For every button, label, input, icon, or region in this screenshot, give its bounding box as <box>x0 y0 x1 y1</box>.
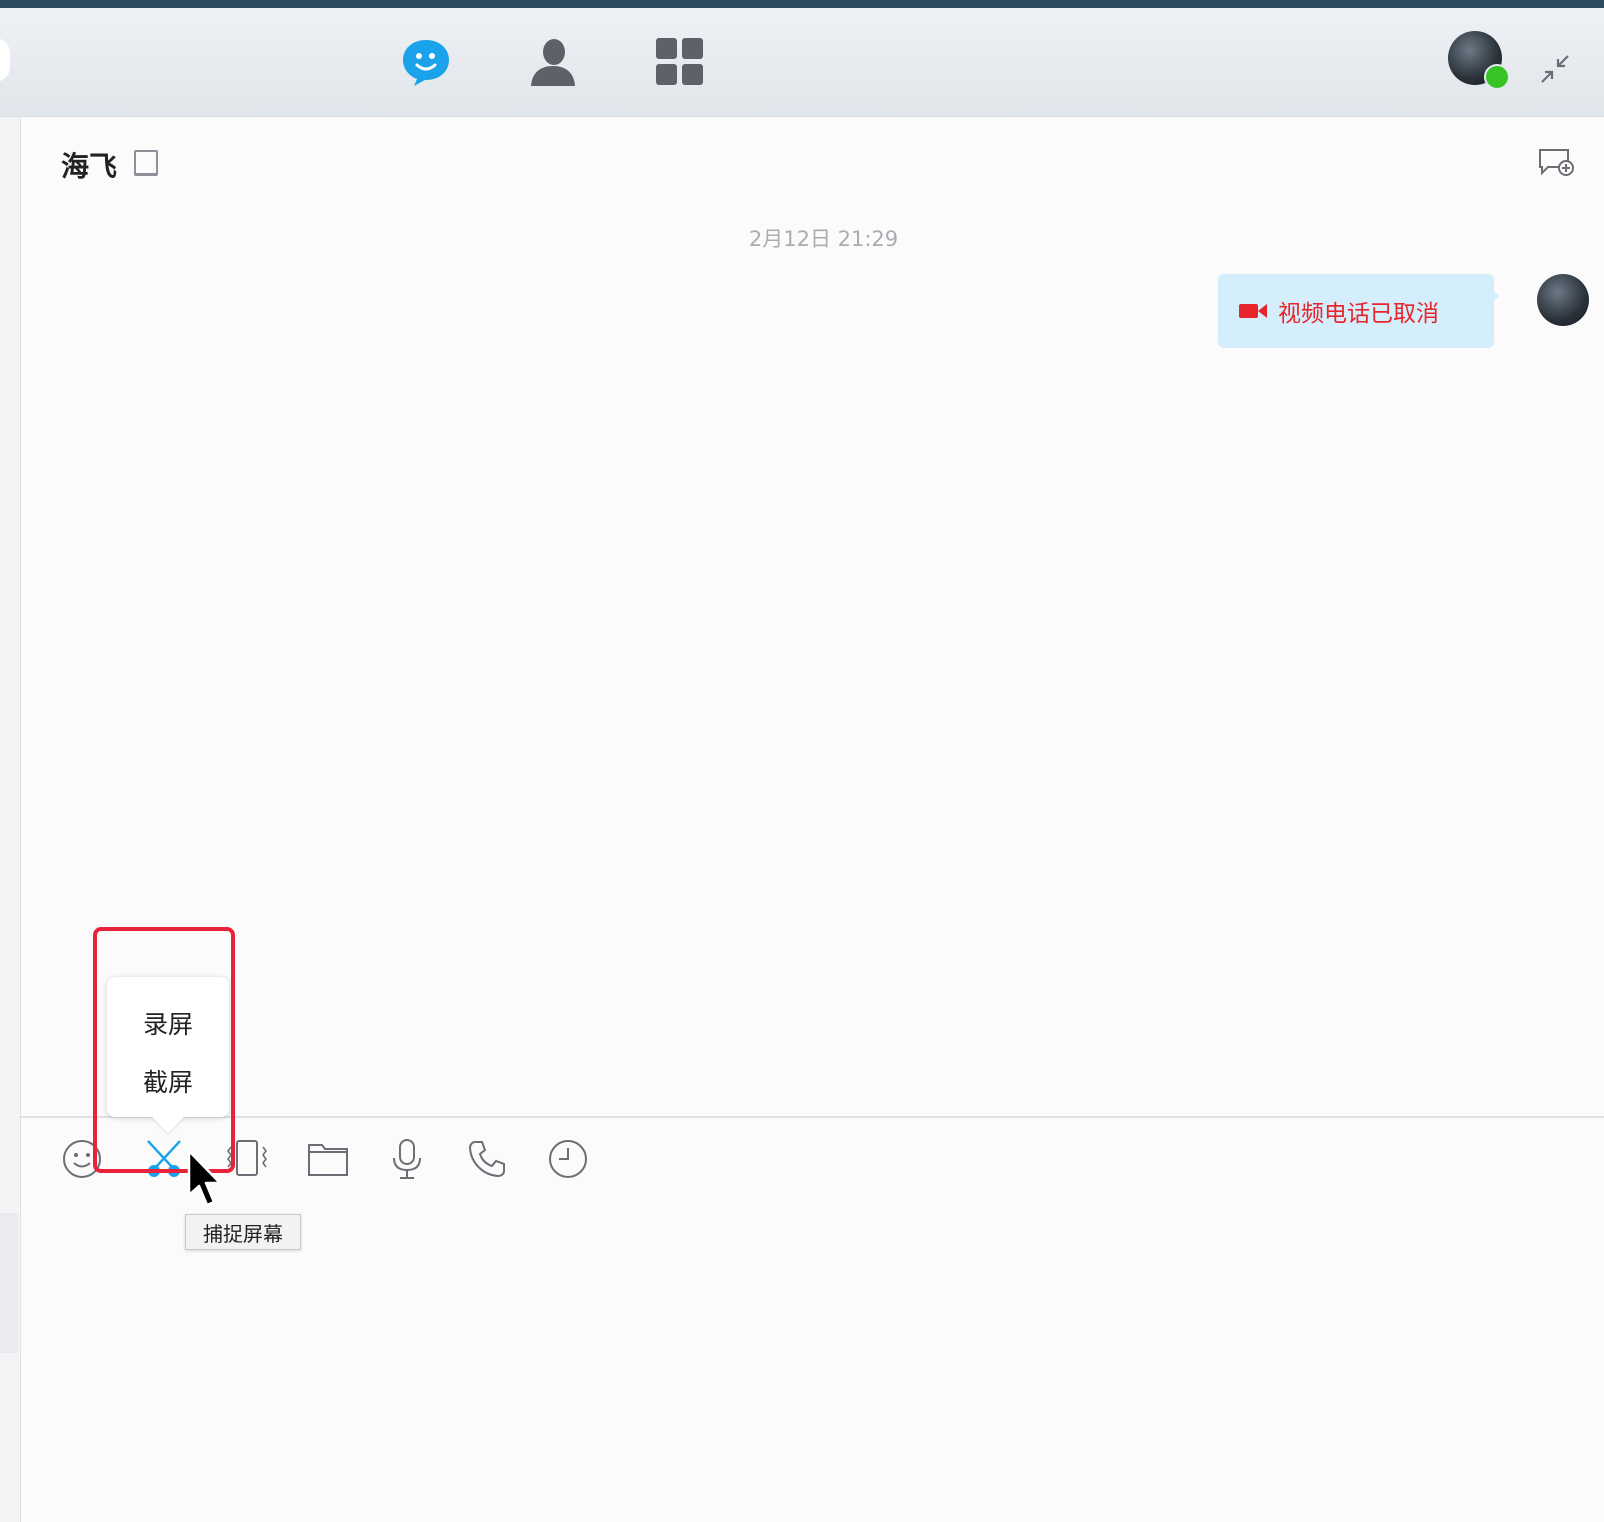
clock-icon[interactable] <box>544 1135 592 1183</box>
conversation-list-edge <box>0 117 21 1522</box>
top-nav-bar <box>0 8 1604 117</box>
phone-icon[interactable] <box>463 1135 511 1183</box>
video-camera-icon <box>1239 304 1267 318</box>
composer-divider <box>21 1116 1604 1118</box>
grid-icon[interactable] <box>652 34 708 90</box>
app-window: 海飞 2月12日 21:29 视频电话已取消 录屏 截屏 捕捉屏幕 <box>0 0 1604 1522</box>
chat-bubble-icon[interactable] <box>398 34 454 90</box>
collapse-window-icon[interactable] <box>1538 52 1572 86</box>
message-bubble[interactable]: 视频电话已取消 <box>1218 274 1494 348</box>
message-timestamp: 2月12日 21:29 <box>748 227 899 251</box>
screenshot-tooltip: 捕捉屏幕 <box>185 1214 301 1250</box>
annotation-highlight-box <box>93 927 235 1173</box>
window-top-strip <box>0 0 1604 8</box>
microphone-icon[interactable] <box>383 1135 431 1183</box>
message-avatar[interactable] <box>1537 274 1589 326</box>
search-field-edge[interactable] <box>0 38 10 82</box>
bubble-tail <box>1488 288 1500 304</box>
online-status-dot <box>1484 64 1510 90</box>
new-chat-icon[interactable] <box>1538 147 1574 179</box>
chat-contact-name: 海飞 <box>61 150 118 183</box>
folder-icon[interactable] <box>304 1135 352 1183</box>
tablet-icon <box>133 149 159 179</box>
user-avatar[interactable] <box>1448 31 1510 90</box>
message-text: 视频电话已取消 <box>1278 301 1439 327</box>
chat-panel: 海飞 2月12日 21:29 视频电话已取消 录屏 截屏 捕捉屏幕 <box>21 117 1604 1522</box>
person-icon[interactable] <box>525 34 581 90</box>
selected-conversation-edge[interactable] <box>0 1213 18 1353</box>
mouse-cursor-icon <box>187 1149 227 1213</box>
